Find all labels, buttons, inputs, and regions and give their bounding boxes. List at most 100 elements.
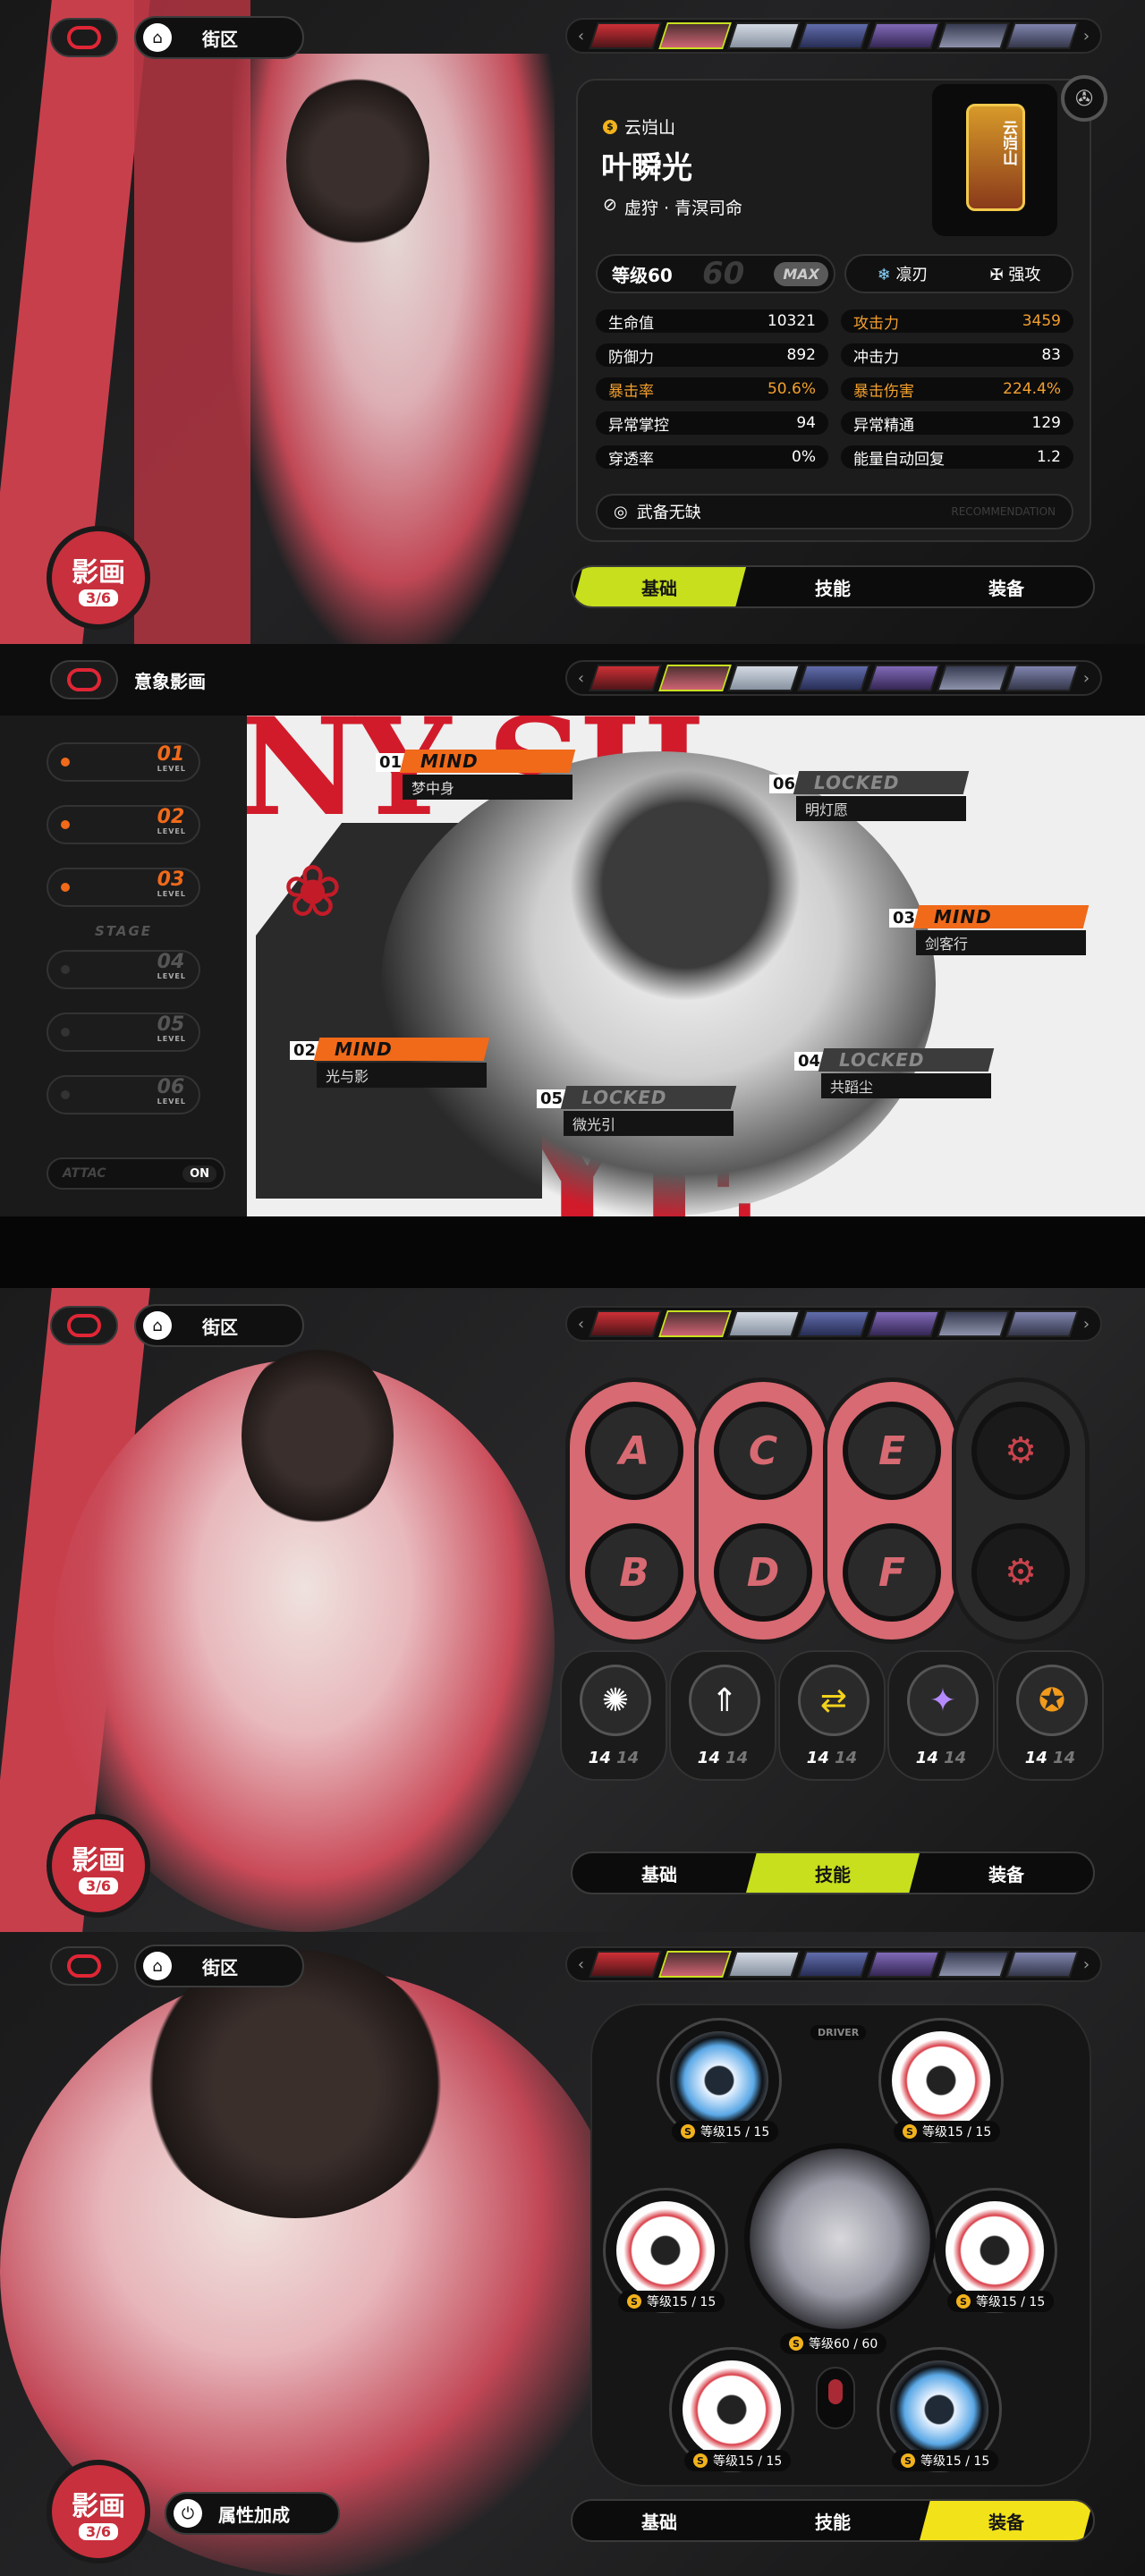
agent-avatar-selected[interactable] — [657, 1951, 732, 1978]
mindscape-level-1[interactable]: 01 LEVEL — [47, 742, 200, 782]
disc-slot-2[interactable]: S 等级15 / 15 — [878, 2018, 1004, 2143]
mindscape-level-6[interactable]: 06 LEVEL — [47, 1075, 200, 1114]
main-tabs[interactable]: 基础 技能 装备 — [571, 2499, 1095, 2542]
tab-basic[interactable]: 基础 — [572, 1853, 746, 1893]
agent-avatar[interactable] — [727, 1310, 802, 1337]
agent-selector[interactable]: ‹ › — [565, 660, 1102, 696]
agent-avatar[interactable] — [866, 1951, 940, 1978]
location-pill[interactable]: ⌂ 街区 — [134, 1945, 304, 1987]
tab-skills[interactable]: 技能 — [746, 1853, 920, 1893]
location-pill[interactable]: ⌂ 街区 — [134, 16, 304, 59]
tab-equipment[interactable]: 装备 — [920, 1853, 1093, 1893]
skill-assist[interactable]: ⇄ 14 14 — [778, 1650, 886, 1781]
agent-avatar-selected[interactable] — [657, 22, 732, 49]
core-pad-b[interactable]: B — [585, 1523, 683, 1622]
cinema-badge[interactable]: 影画 3/6 — [47, 2460, 150, 2563]
agent-avatar[interactable] — [1005, 1951, 1079, 1978]
agent-avatar[interactable] — [727, 22, 802, 49]
skill-special[interactable]: ✦ 14 14 — [887, 1650, 995, 1781]
tab-equipment[interactable]: 装备 — [920, 2501, 1093, 2540]
agent-avatar[interactable] — [589, 1310, 662, 1337]
core-pad-d[interactable]: D — [714, 1523, 812, 1622]
chevron-right-icon[interactable]: › — [1080, 27, 1093, 46]
agent-avatar[interactable] — [866, 665, 940, 691]
snowflake-icon: ❄ — [877, 266, 891, 284]
agent-avatar[interactable] — [589, 665, 662, 691]
chevron-left-icon[interactable]: ‹ — [574, 1315, 588, 1334]
agent-avatar[interactable] — [936, 1310, 1010, 1337]
stat-label: 防御力 — [608, 348, 654, 367]
agent-selector[interactable]: ‹ › — [565, 18, 1102, 54]
weapon-row[interactable]: ◎ 武备无缺 RECOMMENDATION — [596, 494, 1073, 530]
disc-slot-6[interactable]: S 等级15 / 15 — [603, 2188, 728, 2313]
core-disc-bottom[interactable]: ⚙ — [971, 1523, 1070, 1622]
stat-label: 异常精通 — [853, 416, 914, 435]
agent-avatar[interactable] — [866, 1310, 940, 1337]
agent-avatar[interactable] — [589, 1951, 662, 1978]
agent-avatar[interactable] — [866, 22, 940, 49]
mindscape-level-5[interactable]: 05 LEVEL — [47, 1013, 200, 1052]
switch-icon[interactable] — [816, 2367, 855, 2429]
agent-avatar[interactable] — [797, 1951, 870, 1978]
attack-toggle[interactable]: ATTAC ON — [47, 1157, 225, 1190]
agent-avatar[interactable] — [797, 665, 870, 691]
agent-avatar[interactable] — [589, 22, 662, 49]
disc-slot-3[interactable]: S 等级15 / 15 — [932, 2188, 1057, 2313]
attribute-bonus-button[interactable]: ⏻ 属性加成 — [165, 2492, 340, 2535]
skill-chain[interactable]: ✪ 14 14 — [997, 1650, 1104, 1781]
chevron-left-icon[interactable]: ‹ — [574, 669, 588, 688]
disc-slot-5[interactable]: S 等级15 / 15 — [669, 2347, 794, 2472]
skill-dodge[interactable]: ⇑ 14 14 — [669, 1650, 776, 1781]
film-reel-icon[interactable]: ✇ — [1061, 75, 1107, 122]
agent-avatar[interactable] — [1005, 22, 1079, 49]
agent-avatar[interactable] — [727, 1951, 802, 1978]
core-pad-f[interactable]: F — [843, 1523, 941, 1622]
core-pad-a[interactable]: A — [585, 1402, 683, 1500]
tab-skills[interactable]: 技能 — [746, 567, 920, 606]
agent-selector[interactable]: ‹ › — [565, 1946, 1102, 1982]
agent-avatar-selected[interactable] — [657, 665, 732, 691]
mindscape-artwork: NY SH YE SHI ❀ — [247, 716, 1145, 1216]
location-pill[interactable]: ⌂ 街区 — [134, 1304, 304, 1347]
agent-avatar[interactable] — [936, 665, 1010, 691]
agent-avatar-selected[interactable] — [657, 1310, 732, 1337]
chevron-right-icon[interactable]: › — [1080, 669, 1093, 688]
back-button[interactable] — [50, 1306, 118, 1345]
tab-basic[interactable]: 基础 — [572, 2501, 746, 2540]
w-engine-slot[interactable] — [744, 2143, 936, 2334]
disc-slot-1[interactable]: S 等级15 / 15 — [657, 2018, 782, 2143]
agent-avatar[interactable] — [936, 1951, 1010, 1978]
chevron-left-icon[interactable]: ‹ — [574, 27, 588, 46]
back-button[interactable] — [50, 660, 118, 699]
chevron-right-icon[interactable]: › — [1080, 1955, 1093, 1974]
agent-avatar[interactable] — [727, 665, 802, 691]
agent-avatar[interactable] — [1005, 665, 1079, 691]
agent-avatar[interactable] — [1005, 1310, 1079, 1337]
tab-skills[interactable]: 技能 — [746, 2501, 920, 2540]
tab-basic[interactable]: 基础 — [572, 567, 746, 606]
agent-selector[interactable]: ‹ › — [565, 1306, 1102, 1342]
core-pad-e[interactable]: E — [843, 1402, 941, 1500]
disc-slot-4[interactable]: S 等级15 / 15 — [877, 2347, 1002, 2472]
mindscape-level-2[interactable]: 02 LEVEL — [47, 805, 200, 844]
tab-equipment[interactable]: 装备 — [920, 567, 1093, 606]
agent-avatar[interactable] — [797, 1310, 870, 1337]
chevron-right-icon[interactable]: › — [1080, 1315, 1093, 1334]
back-button[interactable] — [50, 1946, 118, 1986]
main-tabs[interactable]: 基础 技能 装备 — [571, 565, 1095, 608]
mindscape-level-4[interactable]: 04 LEVEL — [47, 950, 200, 989]
main-tabs[interactable]: 基础 技能 装备 — [571, 1852, 1095, 1894]
agent-avatar[interactable] — [797, 22, 870, 49]
core-pad-c[interactable]: C — [714, 1402, 812, 1500]
stat-label: 异常掌控 — [608, 416, 669, 435]
back-button[interactable] — [50, 18, 118, 57]
cinema-badge[interactable]: 影画 3/6 — [47, 526, 150, 630]
chevron-left-icon[interactable]: ‹ — [574, 1955, 588, 1974]
core-pill-1: A B — [565, 1377, 703, 1644]
cinema-badge[interactable]: 影画 3/6 — [47, 1814, 150, 1918]
mindscape-level-3[interactable]: 03 LEVEL — [47, 868, 200, 907]
agent-avatar[interactable] — [936, 22, 1010, 49]
core-disc-top[interactable]: ⚙ — [971, 1402, 1070, 1500]
skill-basic-attack[interactable]: ✺ 14 14 — [560, 1650, 667, 1781]
stat-label: 攻击力 — [853, 314, 899, 333]
